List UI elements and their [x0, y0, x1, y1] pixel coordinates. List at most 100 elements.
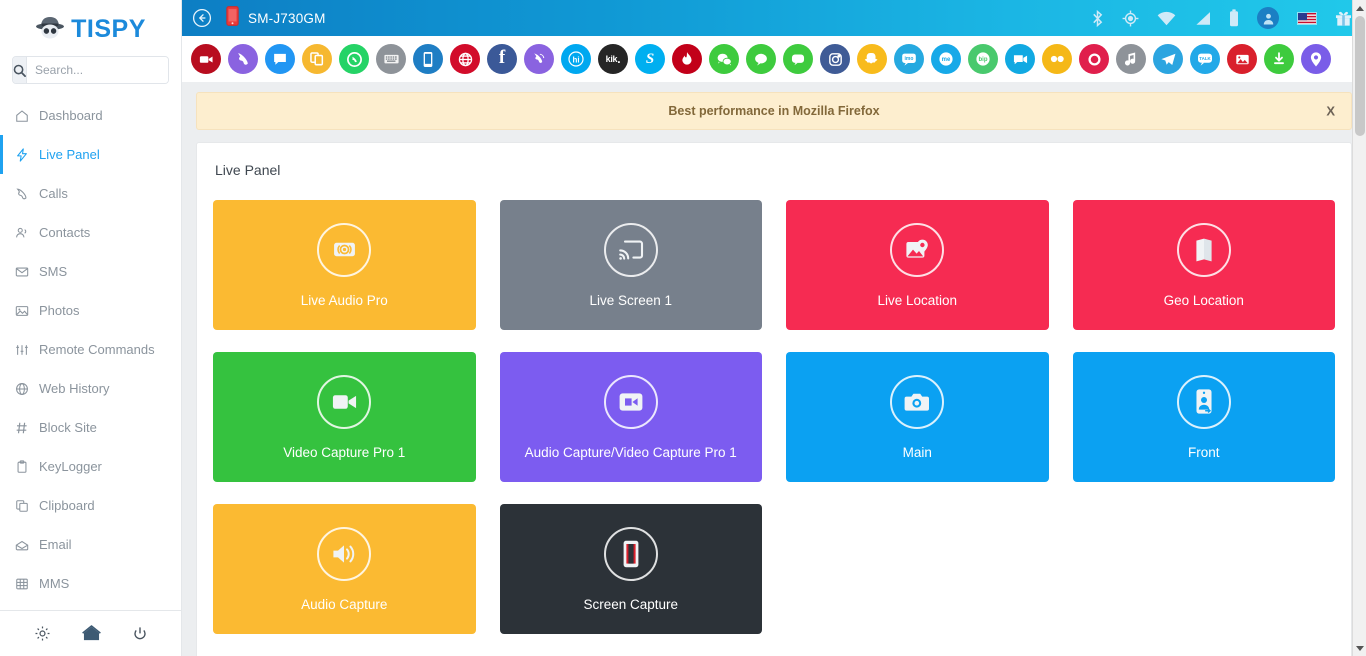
app-icon-bip[interactable]: bip [968, 44, 998, 74]
search-box[interactable] [12, 56, 169, 84]
card-screen-capture[interactable]: Screen Capture [499, 504, 762, 634]
sidebar-item-mms[interactable]: MMS [0, 564, 181, 603]
app-icon-flickr[interactable] [1042, 44, 1072, 74]
card-live-audio-pro[interactable]: Live Audio Pro [213, 200, 476, 330]
app-icon-mewe[interactable]: me [931, 44, 961, 74]
app-icon-kik[interactable]: kik. [598, 44, 628, 74]
bluetooth-icon[interactable] [1091, 9, 1104, 27]
card-geo-location[interactable]: Geo Location [1072, 200, 1335, 330]
app-icon-mobile-device[interactable] [413, 44, 443, 74]
sidebar-item-calls[interactable]: Calls [0, 174, 181, 213]
sidebar-item-label: Clipboard [39, 498, 95, 513]
signal-icon[interactable] [1194, 11, 1211, 26]
card-label: Video Capture Pro 1 [283, 444, 406, 460]
card-label: Audio Capture [301, 596, 388, 612]
live-panel-card: Live Panel Live Audio Pro Live Screen 1 … [196, 142, 1352, 656]
app-icon-viber[interactable] [524, 44, 554, 74]
card-audio-video-capture-pro-1[interactable]: Audio Capture/Video Capture Pro 1 [499, 352, 762, 482]
sidebar-item-label: Calls [39, 186, 68, 201]
house-icon[interactable] [81, 625, 101, 642]
close-icon[interactable]: X [1326, 104, 1335, 119]
svg-text:TALK: TALK [1199, 56, 1211, 61]
card-front-camera[interactable]: Front [1072, 352, 1335, 482]
power-icon[interactable] [132, 626, 148, 642]
browser-recommendation-banner: Best performance in Mozilla Firefox X [196, 92, 1352, 130]
svg-text:bip: bip [979, 57, 988, 63]
app-icon-video-chat[interactable] [1005, 44, 1035, 74]
scrollbar-thumb[interactable] [1355, 16, 1365, 136]
app-icon-imo[interactable]: imo [894, 44, 924, 74]
app-icon-location-pin[interactable] [1301, 44, 1331, 74]
app-icon-line[interactable] [783, 44, 813, 74]
brand-name: TISPY [71, 14, 146, 43]
search-input[interactable] [27, 57, 168, 83]
app-icon-keyboard[interactable] [376, 44, 406, 74]
brand-logo[interactable]: TISPY [0, 0, 181, 54]
sidebar-item-block-site[interactable]: Block Site [0, 408, 181, 447]
app-icon-snapchat[interactable] [857, 44, 887, 74]
mobile-phone-icon [226, 5, 239, 31]
sidebar-item-keylogger[interactable]: KeyLogger [0, 447, 181, 486]
card-video-capture-pro-1[interactable]: Video Capture Pro 1 [213, 352, 476, 482]
main-area: SM-J730GM f hi kik . S imo me bip TALK B… [182, 0, 1366, 656]
sidebar-item-sms[interactable]: SMS [0, 252, 181, 291]
app-icon-telegram[interactable] [1153, 44, 1183, 74]
app-icon-hike[interactable]: hi [561, 44, 591, 74]
envelope-icon [14, 265, 30, 279]
search-icon[interactable] [13, 57, 27, 83]
camera-icon [890, 374, 945, 429]
back-arrow-icon[interactable] [192, 8, 212, 28]
bolt-icon [14, 147, 30, 162]
scroll-down-arrow-icon[interactable] [1353, 640, 1366, 656]
app-icon-talk[interactable]: TALK [1190, 44, 1220, 74]
sidebar-item-label: Web History [39, 381, 110, 396]
app-icon-duplicate-apps[interactable] [302, 44, 332, 74]
spy-hat-icon [35, 14, 65, 45]
user-avatar-icon[interactable] [1257, 7, 1279, 29]
card-live-location[interactable]: Live Location [786, 200, 1049, 330]
page-scrollbar[interactable] [1352, 0, 1366, 656]
app-icon-gallery[interactable] [1227, 44, 1257, 74]
app-icon-messages[interactable] [265, 44, 295, 74]
app-icon-whatsapp[interactable] [339, 44, 369, 74]
device-selector[interactable]: SM-J730GM [226, 5, 326, 31]
gift-icon[interactable] [1335, 10, 1352, 26]
app-icon-badoo[interactable] [1079, 44, 1109, 74]
sidebar-item-live-panel[interactable]: Live Panel [0, 135, 181, 174]
device-topbar: SM-J730GM [182, 0, 1366, 36]
sidebar-item-dashboard[interactable]: Dashboard [0, 96, 181, 135]
location-icon[interactable] [1122, 10, 1139, 27]
contacts-icon [14, 226, 30, 240]
app-icon-video-recorder[interactable] [191, 44, 221, 74]
svg-text:me: me [942, 57, 951, 63]
app-icon-facebook[interactable]: f [487, 44, 517, 74]
card-audio-capture[interactable]: Audio Capture [213, 504, 476, 634]
app-icon-music[interactable] [1116, 44, 1146, 74]
sidebar-item-label: Dashboard [39, 108, 103, 123]
sidebar-item-remote-commands[interactable]: Remote Commands [0, 330, 181, 369]
sidebar-item-label: Photos [39, 303, 80, 318]
app-icon-skype[interactable]: S [635, 44, 665, 74]
app-icon-phone-call[interactable] [228, 44, 258, 74]
scroll-up-arrow-icon[interactable] [1353, 0, 1366, 16]
sidebar-item-email[interactable]: Email [0, 525, 181, 564]
sidebar-item-contacts[interactable]: Contacts [0, 213, 181, 252]
us-flag-icon[interactable] [1297, 11, 1317, 25]
device-name: SM-J730GM [248, 10, 326, 26]
sidebar-item-web-history[interactable]: Web History [0, 369, 181, 408]
app-icon-tinder[interactable] [672, 44, 702, 74]
card-live-screen-1[interactable]: Live Screen 1 [499, 200, 762, 330]
sidebar-item-photos[interactable]: Photos [0, 291, 181, 330]
app-icon-wechat[interactable] [709, 44, 739, 74]
card-label: Geo Location [1163, 292, 1244, 308]
app-icon-browser-globe[interactable] [450, 44, 480, 74]
battery-icon[interactable] [1229, 9, 1239, 27]
app-icon-kakaotalk[interactable] [746, 44, 776, 74]
gear-icon[interactable] [34, 625, 51, 642]
card-label: Screen Capture [583, 596, 679, 612]
sidebar-item-clipboard[interactable]: Clipboard [0, 486, 181, 525]
card-main-camera[interactable]: Main [786, 352, 1049, 482]
wifi-icon[interactable] [1157, 11, 1176, 26]
app-icon-instagram[interactable] [820, 44, 850, 74]
app-icon-downloads[interactable] [1264, 44, 1294, 74]
